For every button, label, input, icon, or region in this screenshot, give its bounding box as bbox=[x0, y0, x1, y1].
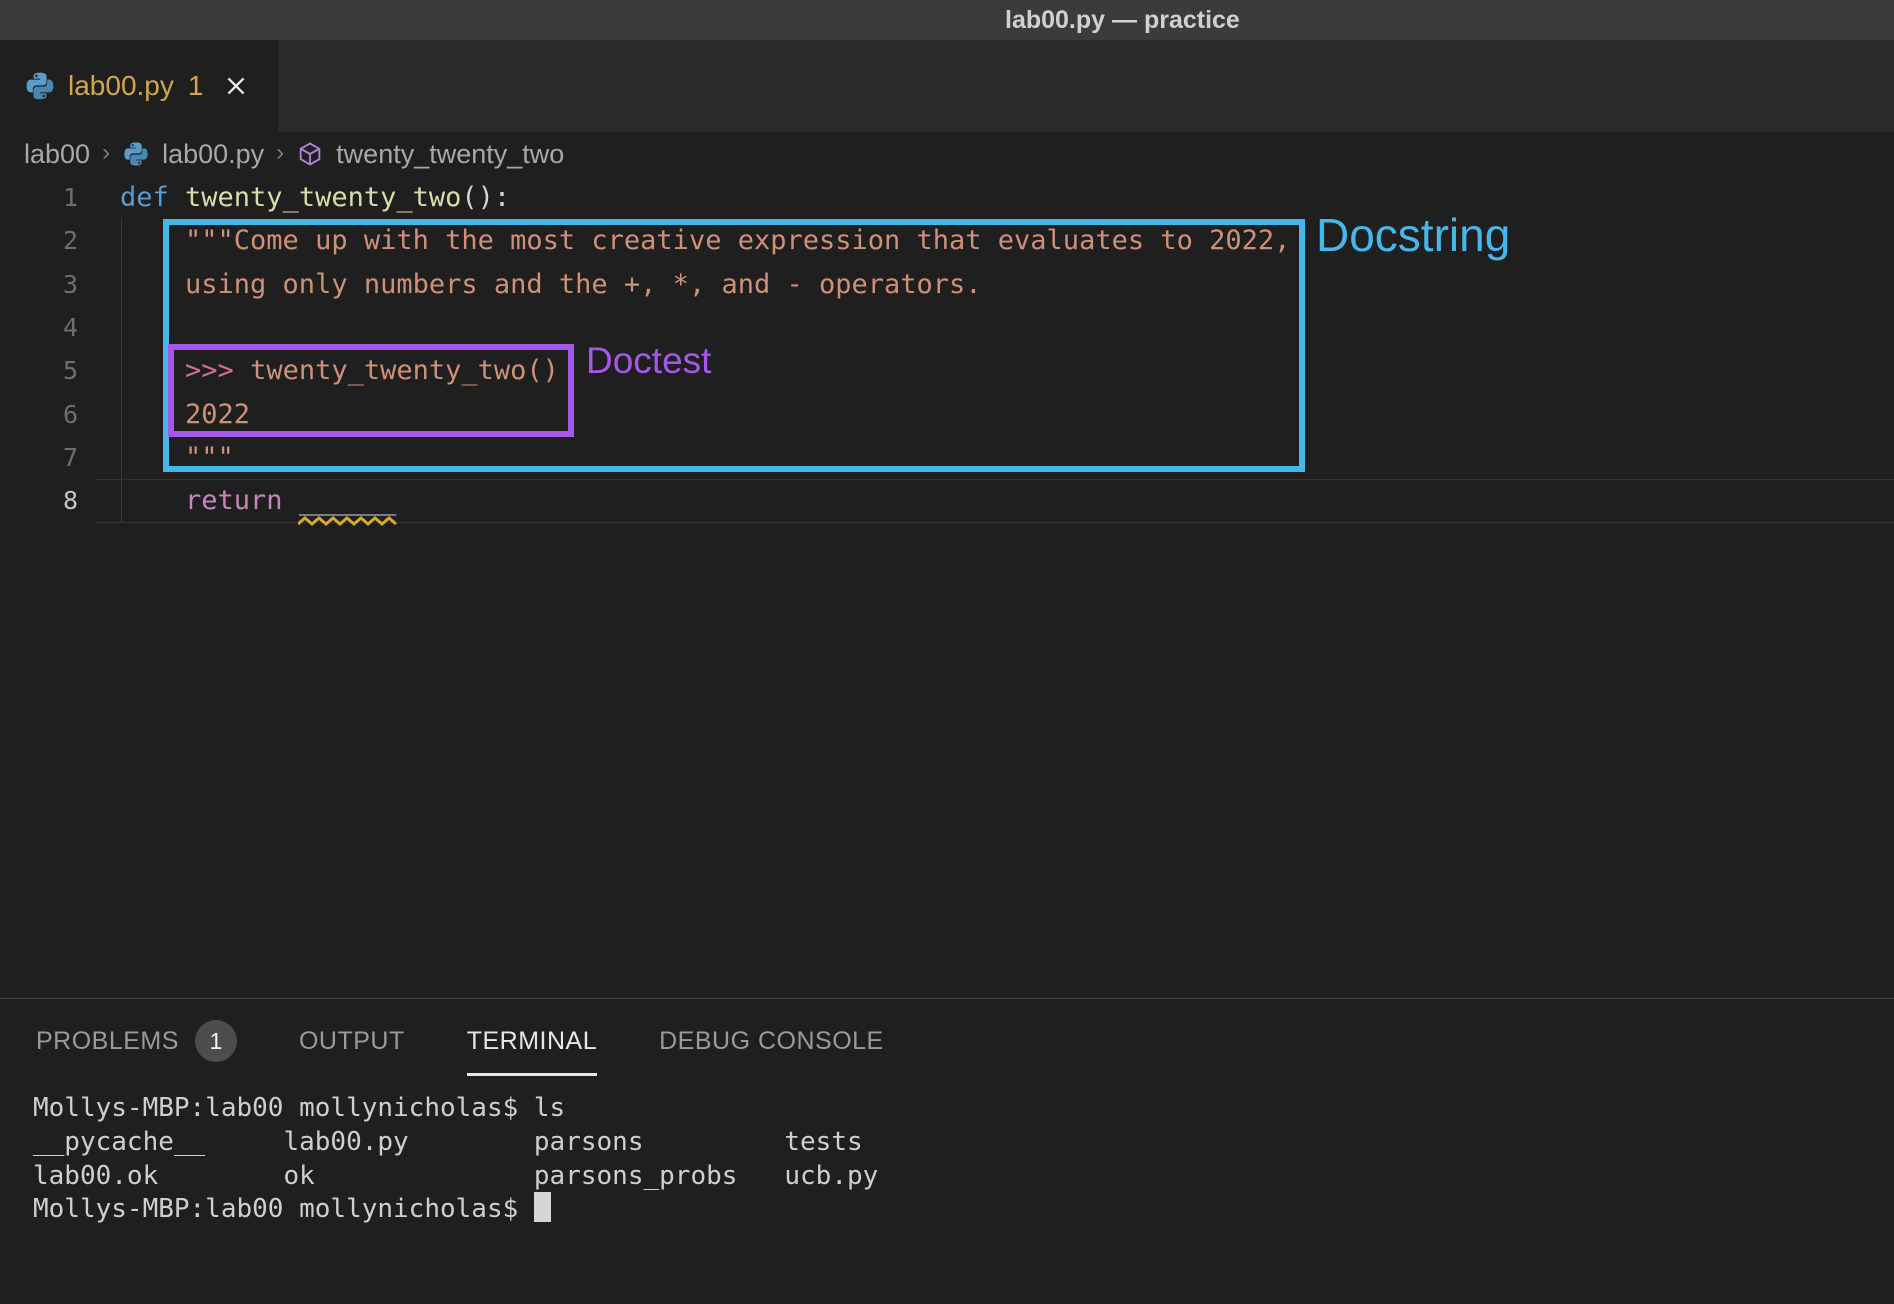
line-number: 2 bbox=[0, 219, 78, 262]
problems-count-badge: 1 bbox=[195, 1020, 237, 1062]
tab-terminal-label: TERMINAL bbox=[467, 1027, 597, 1056]
tab-debug-console-label: DEBUG CONSOLE bbox=[659, 1027, 884, 1056]
docstring-annotation-label: Docstring bbox=[1316, 208, 1510, 262]
terminal-line: lab00.ok ok parsons_probs ucb.py bbox=[33, 1159, 878, 1193]
line-number: 6 bbox=[0, 393, 78, 436]
tab-strip: lab00.py 1 bbox=[0, 40, 1894, 132]
symbol-cube-icon bbox=[296, 140, 324, 168]
breadcrumb-item-file[interactable]: lab00.py bbox=[162, 139, 264, 170]
line-number: 7 bbox=[0, 436, 78, 479]
vscode-window: lab00.py — practice lab00.py 1 lab00 › bbox=[0, 0, 1894, 1304]
breadcrumb: lab00 › lab00.py › twenty_twenty_two bbox=[24, 132, 564, 176]
keyword-def: def bbox=[120, 182, 185, 213]
keyword-return: return bbox=[185, 485, 283, 516]
panel-tab-bar: PROBLEMS 1 OUTPUT TERMINAL DEBUG CONSOLE bbox=[36, 1006, 884, 1076]
tab-label: lab00.py bbox=[68, 70, 174, 102]
punctuation: (): bbox=[461, 182, 510, 213]
terminal-cursor bbox=[534, 1192, 551, 1222]
tab-problems[interactable]: PROBLEMS 1 bbox=[36, 1006, 237, 1076]
breadcrumb-item-lab00[interactable]: lab00 bbox=[24, 139, 90, 170]
fill-in-blank: ______ bbox=[299, 485, 397, 516]
tab-warning-badge: 1 bbox=[188, 70, 204, 102]
terminal-prompt-line[interactable]: Mollys-MBP:lab00 mollynicholas$ bbox=[33, 1192, 551, 1226]
panel-divider bbox=[0, 998, 1894, 999]
space bbox=[283, 485, 299, 516]
doctest-annotation-label: Doctest bbox=[586, 340, 711, 382]
function-name: twenty_twenty_two bbox=[185, 182, 461, 213]
chevron-right-icon: › bbox=[102, 139, 110, 167]
terminal-prompt-text: Mollys-MBP:lab00 mollynicholas$ bbox=[33, 1194, 534, 1224]
doctest-annotation-box bbox=[168, 344, 574, 437]
tab-lab00py[interactable]: lab00.py 1 bbox=[0, 40, 278, 132]
python-icon bbox=[24, 70, 56, 102]
indent bbox=[120, 485, 185, 516]
chevron-right-icon: › bbox=[276, 139, 284, 167]
tab-problems-label: PROBLEMS bbox=[36, 1027, 179, 1056]
line-number: 3 bbox=[0, 263, 78, 306]
title-bar: lab00.py — practice bbox=[0, 0, 1894, 40]
tab-output[interactable]: OUTPUT bbox=[299, 1006, 405, 1076]
tab-debug-console[interactable]: DEBUG CONSOLE bbox=[659, 1006, 884, 1076]
line-number-active: 8 bbox=[0, 479, 78, 522]
breadcrumb-item-symbol[interactable]: twenty_twenty_two bbox=[336, 139, 564, 170]
line-number: 4 bbox=[0, 306, 78, 349]
close-icon[interactable] bbox=[223, 73, 249, 99]
terminal-line: __pycache__ lab00.py parsons tests bbox=[33, 1125, 863, 1159]
tab-output-label: OUTPUT bbox=[299, 1027, 405, 1056]
tab-terminal[interactable]: TERMINAL bbox=[467, 1006, 597, 1076]
line-number: 1 bbox=[0, 176, 78, 219]
terminal-line: Mollys-MBP:lab00 mollynicholas$ ls bbox=[33, 1091, 565, 1125]
python-icon bbox=[122, 140, 150, 168]
line-number: 5 bbox=[0, 349, 78, 392]
code-line-1[interactable]: def twenty_twenty_two(): bbox=[120, 176, 510, 219]
window-title: lab00.py — practice bbox=[1005, 0, 1240, 40]
warning-squiggle bbox=[298, 516, 398, 526]
